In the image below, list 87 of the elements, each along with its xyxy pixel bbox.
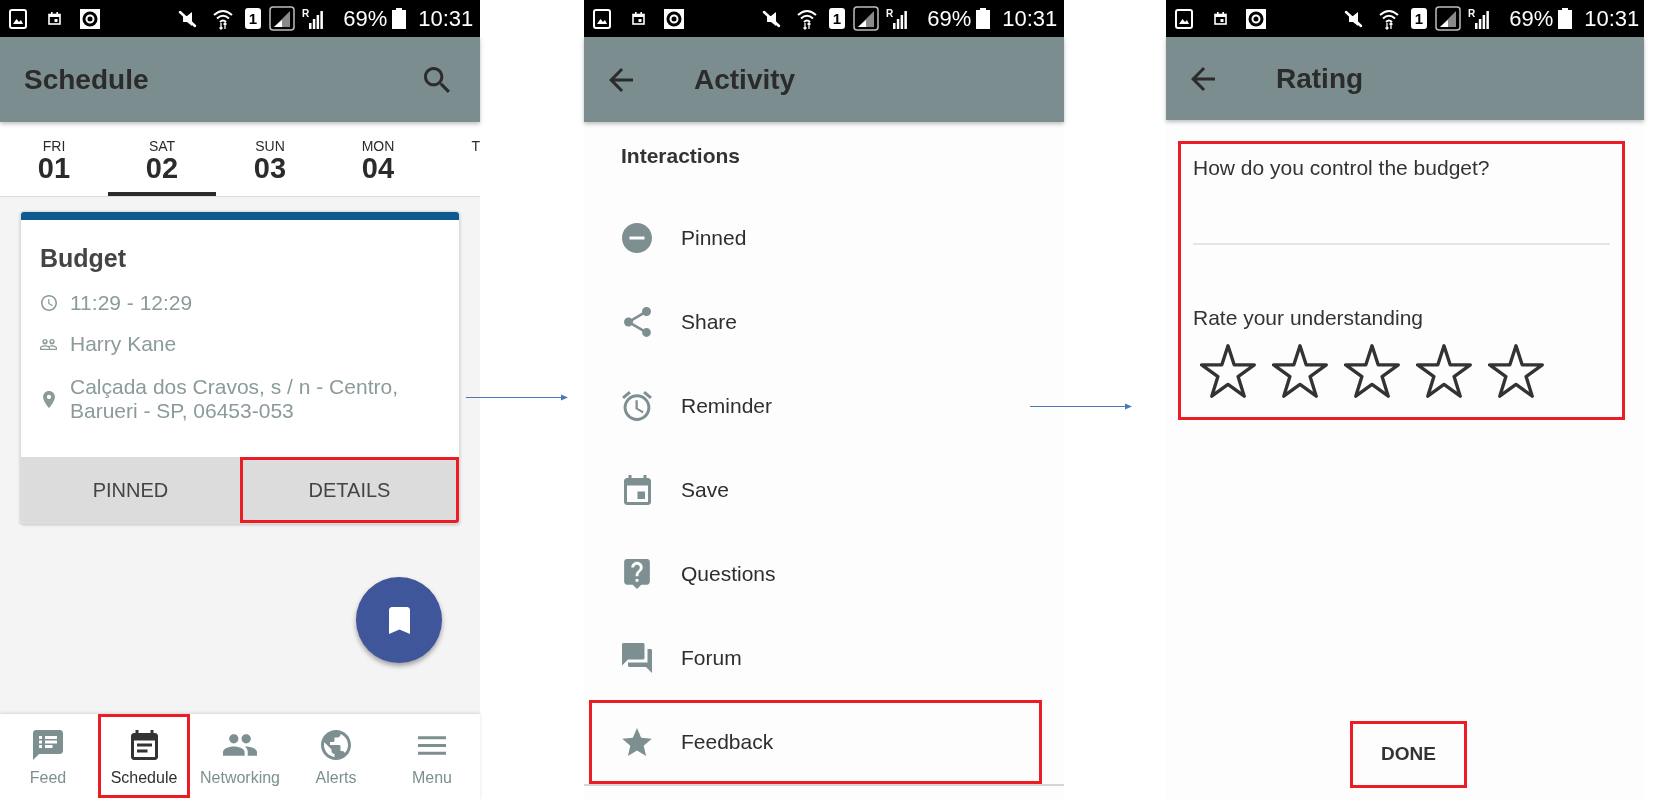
star-icon[interactable] [1416,344,1472,398]
signal-bars-icon [309,8,324,29]
star-icon[interactable] [1272,344,1328,398]
battery-percent: 69% [343,7,388,30]
clock-icon [40,295,57,311]
wifi-icon [1379,7,1399,30]
activity-option[interactable]: Questions [589,532,1042,616]
bookmark-icon [388,606,410,634]
image-icon [9,8,27,29]
coin-app-icon [80,8,100,29]
signal-box-icon [269,6,295,31]
signal-bars-icon [1475,8,1490,29]
people-icon [40,338,57,350]
back-arrow-icon[interactable] [609,67,633,92]
signal-bars-icon [893,8,908,29]
muted-speaker-icon [762,9,781,28]
alarm-clock-icon [622,391,652,421]
muted-speaker-icon [1344,9,1363,28]
question-bubble-icon [624,559,650,589]
star-icon[interactable] [1488,344,1544,398]
star-rating[interactable] [1200,344,1544,398]
activity-option[interactable]: Save [589,448,1042,532]
roaming-indicator: R [886,8,894,19]
battery-icon [1558,8,1573,29]
back-arrow-icon[interactable] [1191,66,1215,91]
star-icon[interactable] [1200,344,1256,398]
share-icon [623,307,651,337]
image-icon [1175,8,1193,29]
day-tab[interactable]: SAT 02 [108,122,216,196]
activity-option[interactable]: Pinned [589,196,1042,280]
card-action-button[interactable]: DETAILS [240,457,459,523]
battery-percent: 69% [1509,7,1554,30]
location-pin-icon [42,390,55,408]
wifi-icon [797,7,817,30]
globe-icon [321,730,351,760]
question-label: How do you control the budget? [1193,156,1490,180]
screen-title: Rating [1276,64,1364,93]
event-address: Calçada dos Cravos, s / n - Centro, Barueri - SP, 06453-053 [70,374,399,424]
people-icon [223,734,257,756]
clock-time: 10:31 [1584,7,1640,30]
rating-label: Rate your understanding [1193,306,1423,330]
event-title: Budget [40,243,127,274]
calendar-icon [632,12,645,25]
roaming-indicator: R [1468,8,1476,19]
sim-indicator: 1 [829,8,845,29]
speaker-name: Harry Kane [70,331,177,357]
screen-title: Schedule [24,65,149,94]
battery-icon [976,8,991,29]
day-tab[interactable]: T [432,122,480,196]
image-icon [593,8,611,29]
bookmark-button[interactable] [356,577,442,663]
card-action-button[interactable]: PINNED [21,457,240,523]
day-tab[interactable]: FRI 01 [0,122,108,196]
search-icon[interactable] [424,66,450,93]
signal-box-icon [1435,6,1461,31]
activity-option[interactable]: Reminder [589,364,1042,448]
battery-icon [392,8,407,29]
sim-indicator: 1 [1411,8,1427,29]
calendar-icon [48,12,61,25]
notes-bubble-icon [33,730,63,760]
sim-indicator: 1 [245,8,261,29]
activity-option[interactable]: Forum [589,616,1042,700]
activity-option[interactable]: Feedback [589,700,1042,784]
clock-time: 10:31 [418,7,474,30]
battery-percent: 69% [927,7,972,30]
section-heading: Interactions [621,144,741,167]
coin-app-icon [664,8,684,29]
calendar-icon [130,730,158,760]
roaming-indicator: R [302,8,310,19]
done-button[interactable]: DONE [1350,721,1467,788]
activity-option[interactable]: Share [589,280,1042,364]
calendar-icon [623,475,651,505]
coin-app-icon [1246,8,1266,29]
day-tab[interactable]: SUN 03 [216,122,324,196]
screen-title: Activity [694,65,796,94]
chat-bubbles-icon [622,643,652,673]
day-tab[interactable]: MON 04 [324,122,432,196]
calendar-icon [1214,12,1227,25]
star-icon [622,728,652,756]
wifi-icon [213,7,233,30]
nav-item[interactable]: Schedule [98,714,190,798]
signal-box-icon [853,6,879,31]
event-time: 11:29 - 12:29 [70,290,193,316]
clock-time: 10:31 [1002,7,1058,30]
star-icon[interactable] [1344,344,1400,398]
muted-speaker-icon [178,9,197,28]
menu-icon [418,735,446,755]
